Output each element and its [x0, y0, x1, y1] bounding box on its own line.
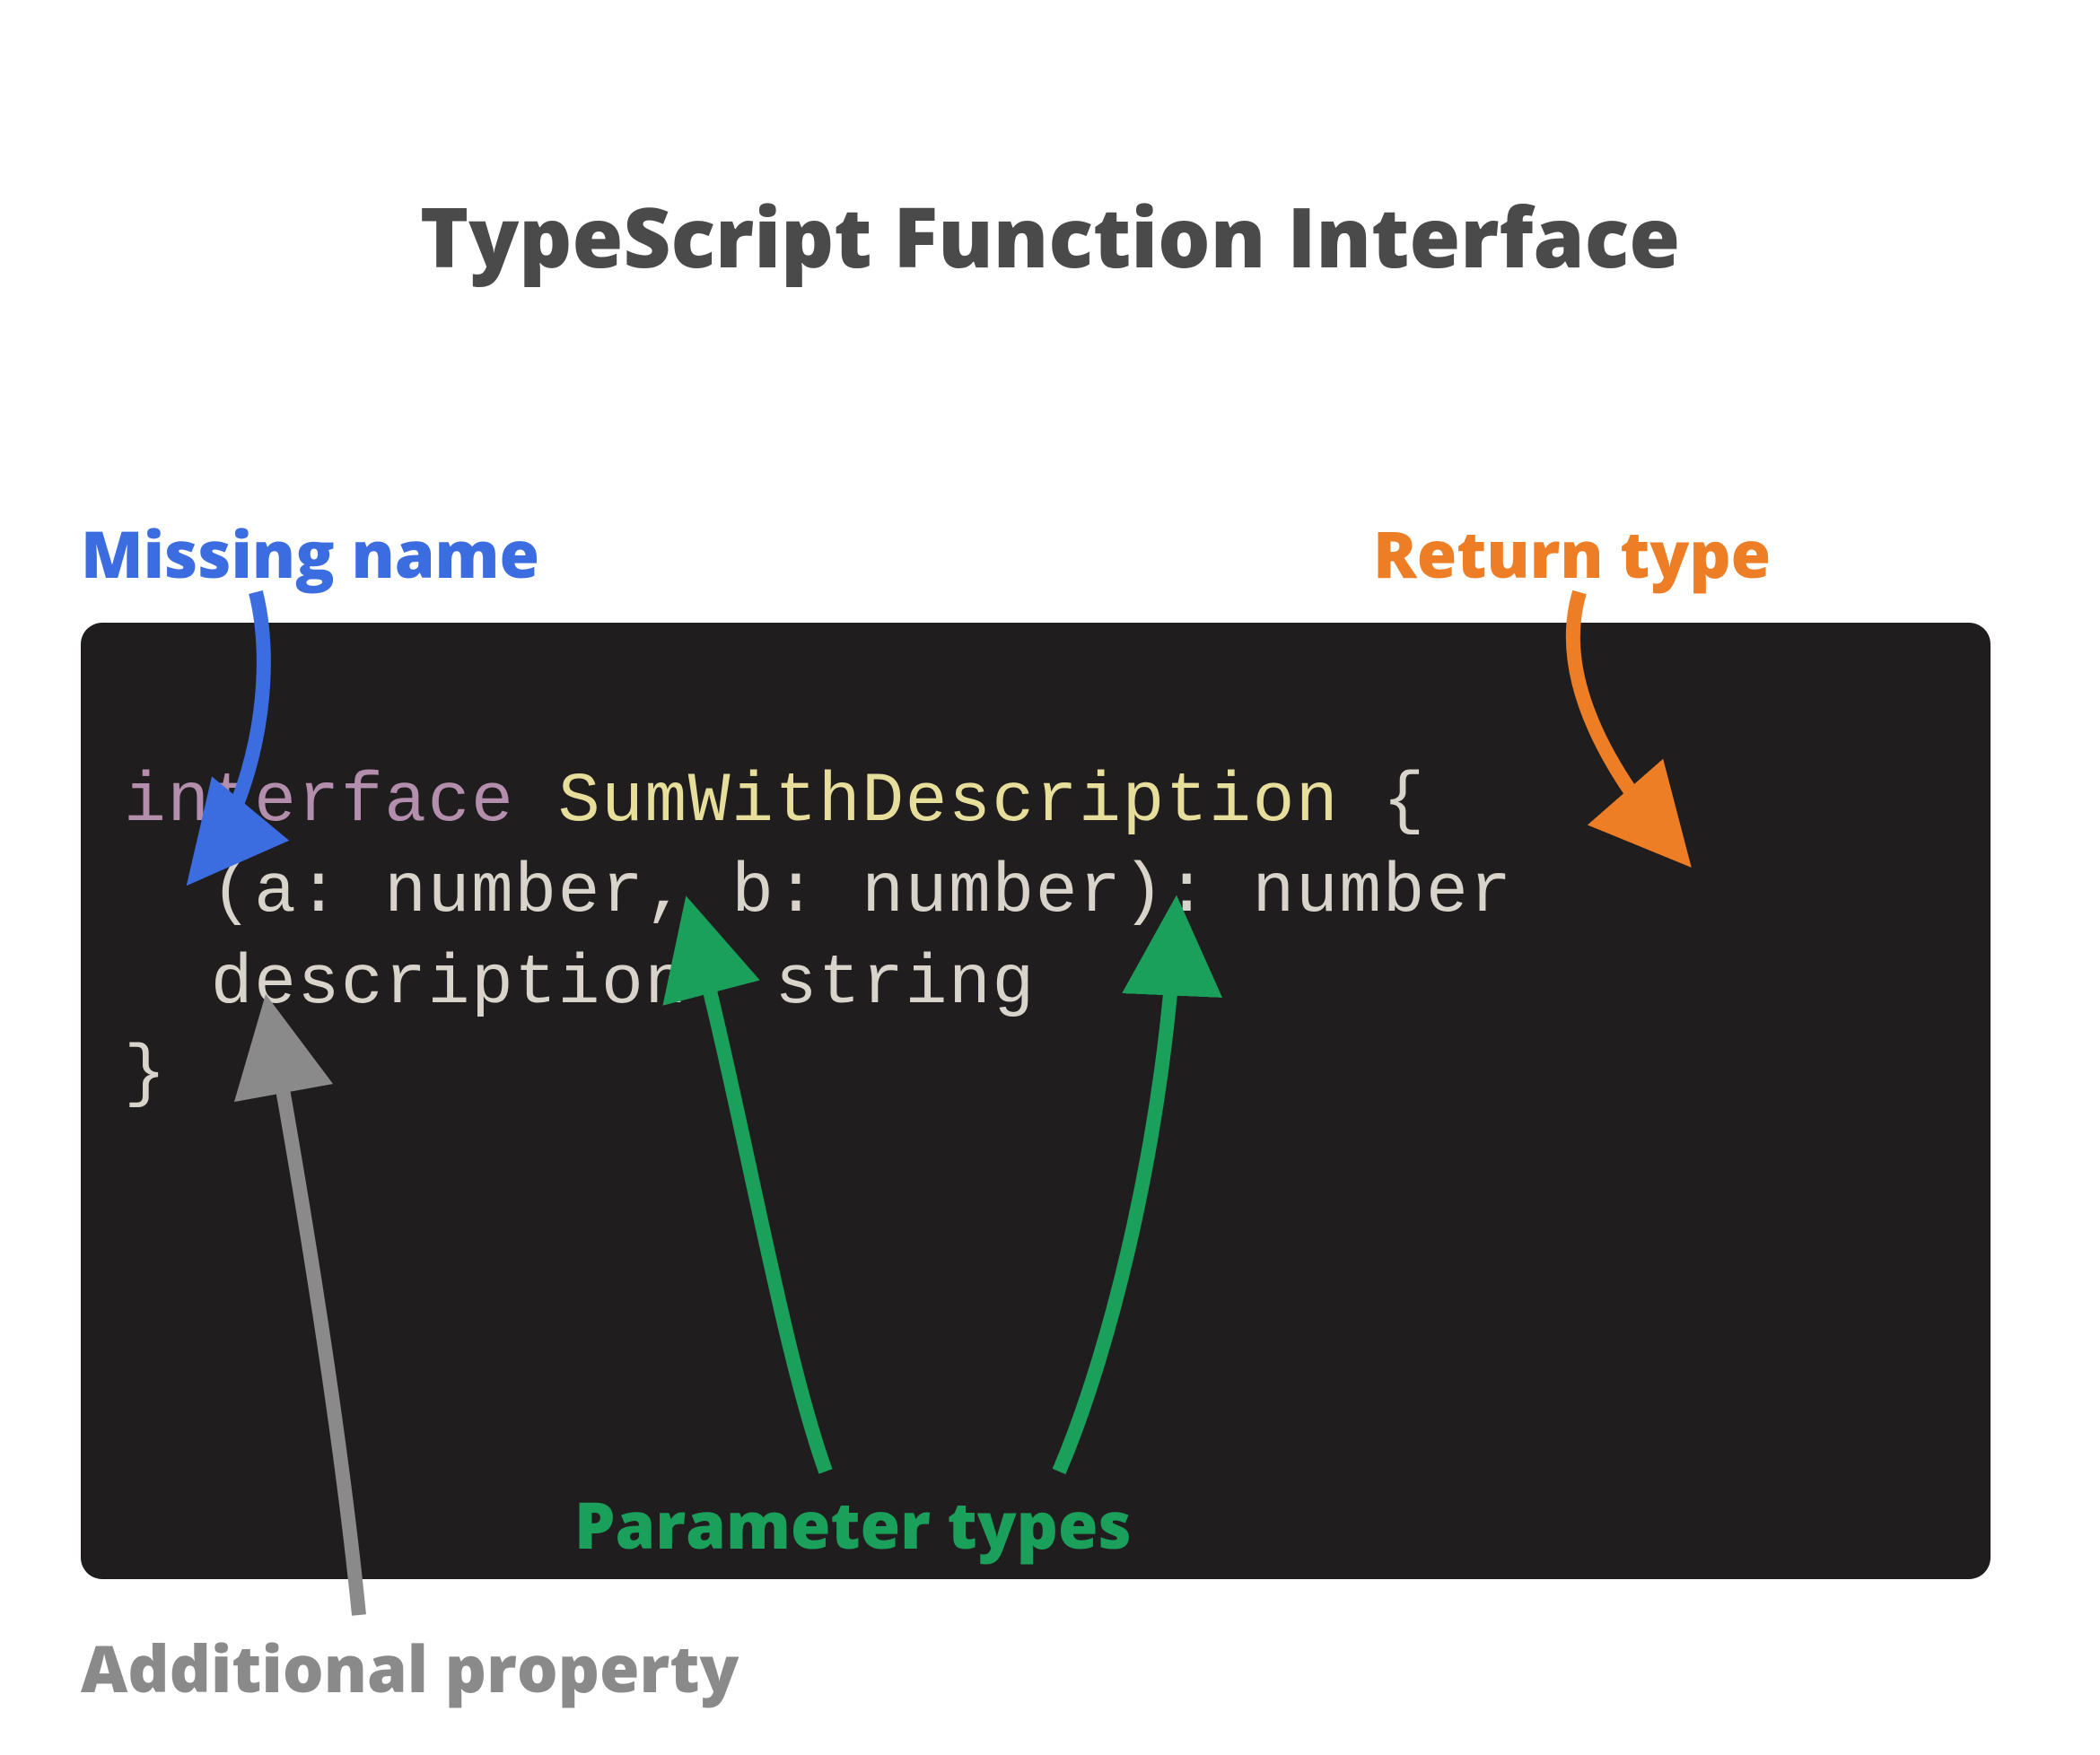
label-missing-name: Missing name: [81, 510, 539, 598]
diagram-title: TypeScript Function Interface: [0, 179, 2100, 292]
label-return-type: Return type: [1373, 510, 1771, 598]
code-line-3: description: string: [124, 939, 1947, 1030]
code-line-2: (a: number, b: number): number: [124, 848, 1947, 939]
label-additional-property: Additional property: [81, 1624, 739, 1712]
code-block: interface SumWithDescription { (a: numbe…: [81, 623, 1991, 1579]
open-brace: {: [1339, 763, 1426, 842]
code-line-1: interface SumWithDescription {: [124, 757, 1947, 848]
type-name: SumWithDescription: [558, 763, 1340, 842]
close-brace: }: [124, 1035, 167, 1114]
code-line-4: }: [124, 1030, 1947, 1121]
keyword-interface: interface: [124, 763, 514, 842]
call-signature: (a: number, b: number): number: [124, 853, 1513, 932]
property-description: description: string: [124, 945, 1036, 1024]
label-parameter-types: Parameter types: [574, 1480, 1132, 1568]
